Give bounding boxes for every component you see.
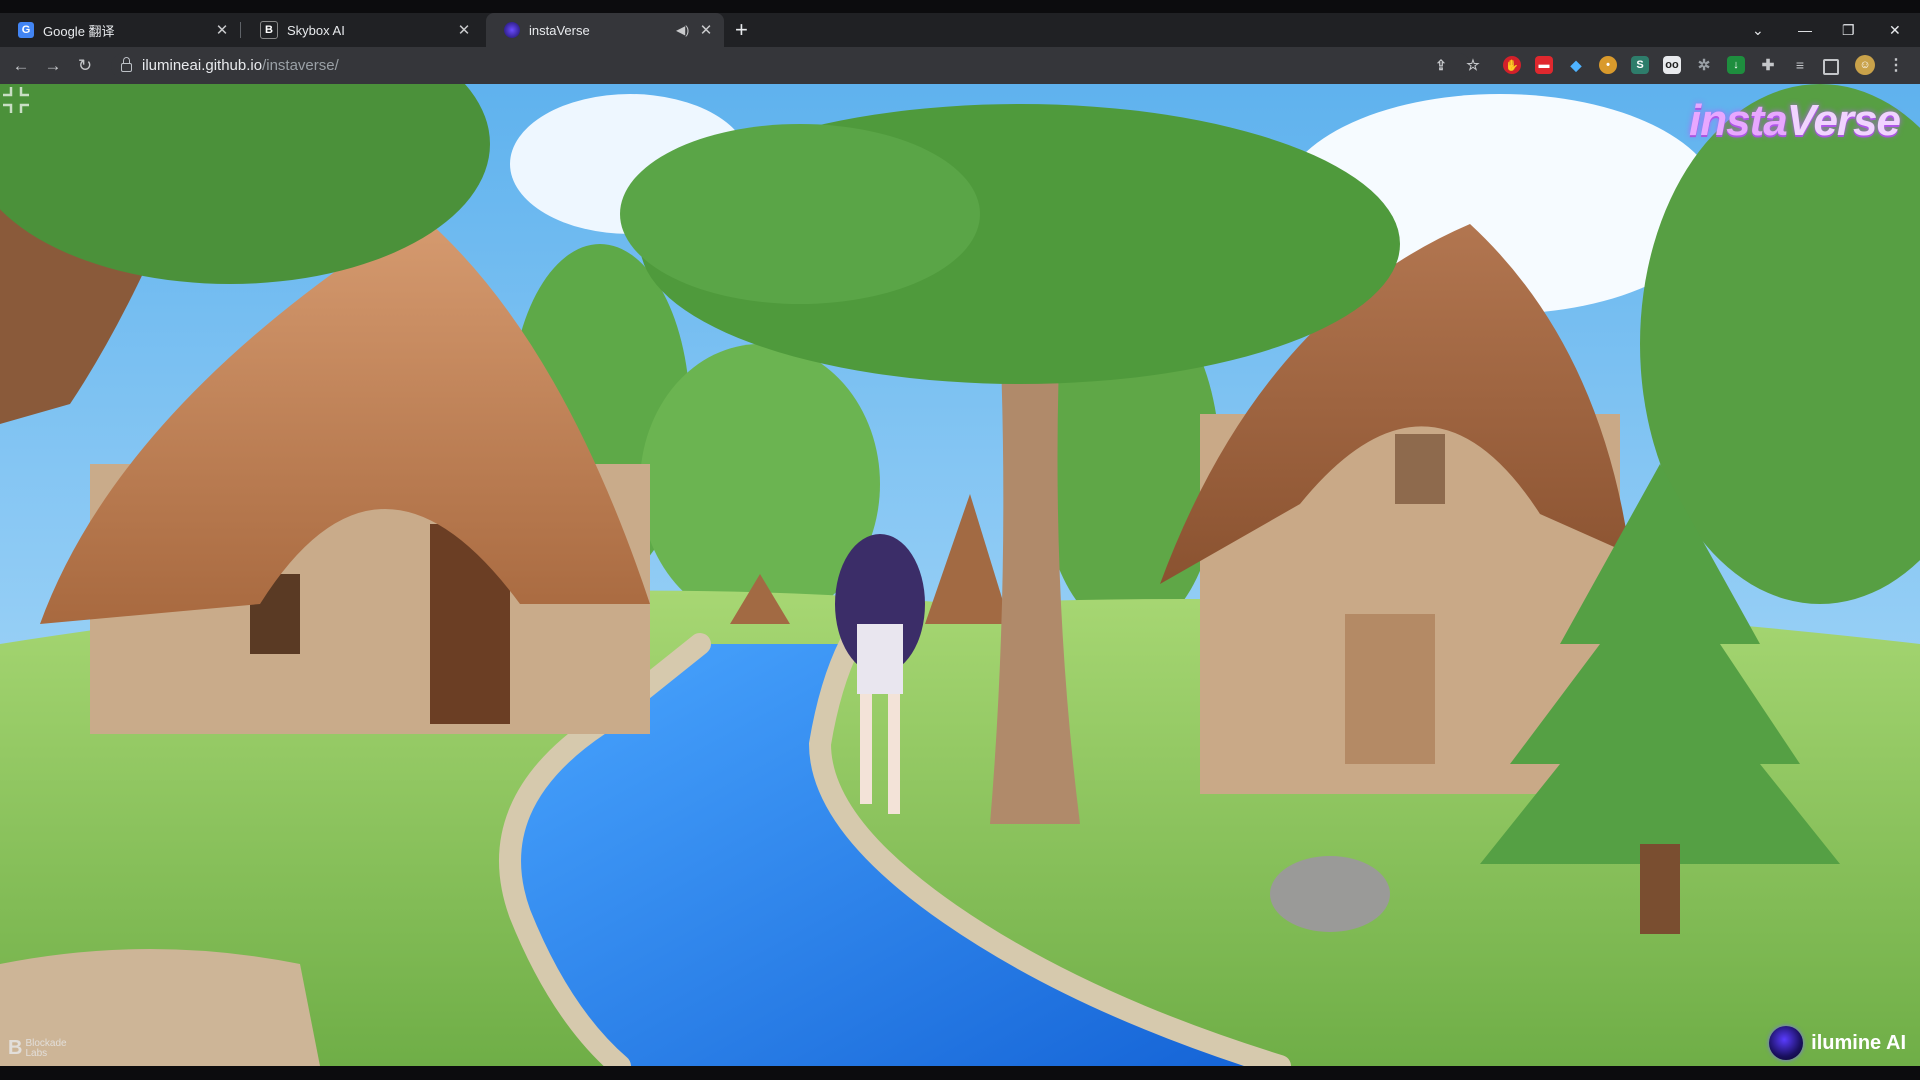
tab-title: Google 翻译 [43,23,115,39]
sidepanel-icon[interactable] [1823,59,1839,75]
new-tab-button[interactable]: + [735,18,748,42]
close-tab-icon[interactable]: ✕ [698,21,714,39]
speaker-icon[interactable]: ◀) [676,23,692,37]
instaverse-logo: instaVerse [1689,96,1901,146]
brand-suffix: Verse [1786,96,1901,145]
brand-prefix: insta [1689,96,1788,145]
blockade-text: Blockade Labs [25,1038,66,1059]
exit-fullscreen-icon[interactable] [0,84,32,116]
tab-separator [240,22,241,38]
url-host: ilumineai.github.io [142,57,263,74]
gear-ext-icon[interactable]: ✲ [1695,56,1713,74]
puzzle-icon[interactable]: ✚ [1759,56,1777,74]
cookie-icon[interactable]: • [1599,56,1617,74]
screen-top-border [0,0,1920,13]
village-scene [0,84,1920,1066]
close-tab-icon[interactable]: ✕ [214,21,230,39]
adblock-icon[interactable]: ✋ [1503,56,1521,74]
browser-toolbar: ← → ↻ ilumineai.github.io/instaverse/ ⇪ … [0,47,1920,84]
tab-search-icon[interactable]: ⌄ [1752,13,1764,47]
blockade-labs-watermark: B Blockade Labs [8,1037,67,1060]
share-icon[interactable]: ⇪ [1432,56,1450,74]
tab-skybox-ai[interactable]: B Skybox AI ✕ [242,13,482,47]
tab-instaverse[interactable]: instaVerse ◀) ✕ [486,13,724,47]
tab-title: instaVerse [529,22,590,38]
watermark-line2: Labs [25,1047,48,1059]
pine-trunk [1640,844,1680,934]
tab-title: Skybox AI [287,22,345,38]
character-leg [860,694,872,804]
media-icon[interactable]: ≡ [1791,56,1809,74]
more-icon[interactable]: ⋮ [1887,56,1905,74]
skybox-b-icon: B [260,21,278,39]
tab-google-translate[interactable]: G Google 翻译 ✕ [0,13,241,47]
restore-icon[interactable]: ❐ [1842,13,1855,47]
google-translate-icon: G [18,22,34,38]
minimize-icon[interactable]: — [1798,13,1812,47]
download-ext-icon[interactable]: ↓ [1727,56,1745,74]
url-path: /instaverse/ [262,57,339,74]
pin-ext-icon[interactable]: ◆ [1567,56,1585,74]
instaverse-orb-icon [504,22,520,38]
right-house-door [1345,614,1435,764]
back-arrow-icon[interactable]: ← [10,55,32,77]
ilumine-orb-icon [1769,1026,1804,1060]
url-text[interactable]: ilumineai.github.io/instaverse/ [142,57,339,74]
rock [1270,856,1390,932]
reload-icon[interactable]: ↻ [74,55,96,77]
tab-strip: G Google 翻译 ✕ B Skybox AI ✕ instaVerse ◀… [0,13,1920,47]
close-tab-icon[interactable]: ✕ [456,21,472,39]
screen-bottom-border [0,1066,1920,1080]
s-ext-icon[interactable]: S [1631,56,1649,74]
character-leg [888,694,900,814]
skybox-viewport[interactable]: instaVerse B Blockade Labs ilumine AI [0,84,1920,1066]
right-house-window [1395,434,1445,504]
lock-icon[interactable] [121,57,132,72]
profile-avatar[interactable]: ☺ [1855,55,1875,75]
forward-arrow-icon[interactable]: → [42,55,64,77]
character-dress [857,624,903,694]
center-tree-canopy [620,124,980,304]
close-window-icon[interactable]: ✕ [1889,13,1901,47]
company-name: ilumine AI [1811,1031,1906,1054]
ilumine-ai-badge[interactable]: ilumine AI [1769,1026,1906,1060]
blockade-b-icon: B [8,1037,23,1059]
red-ext-icon[interactable]: ▬ [1535,56,1553,74]
bookmark-star-icon[interactable]: ☆ [1464,56,1482,74]
glasses-ext-icon[interactable]: oo [1663,56,1681,74]
